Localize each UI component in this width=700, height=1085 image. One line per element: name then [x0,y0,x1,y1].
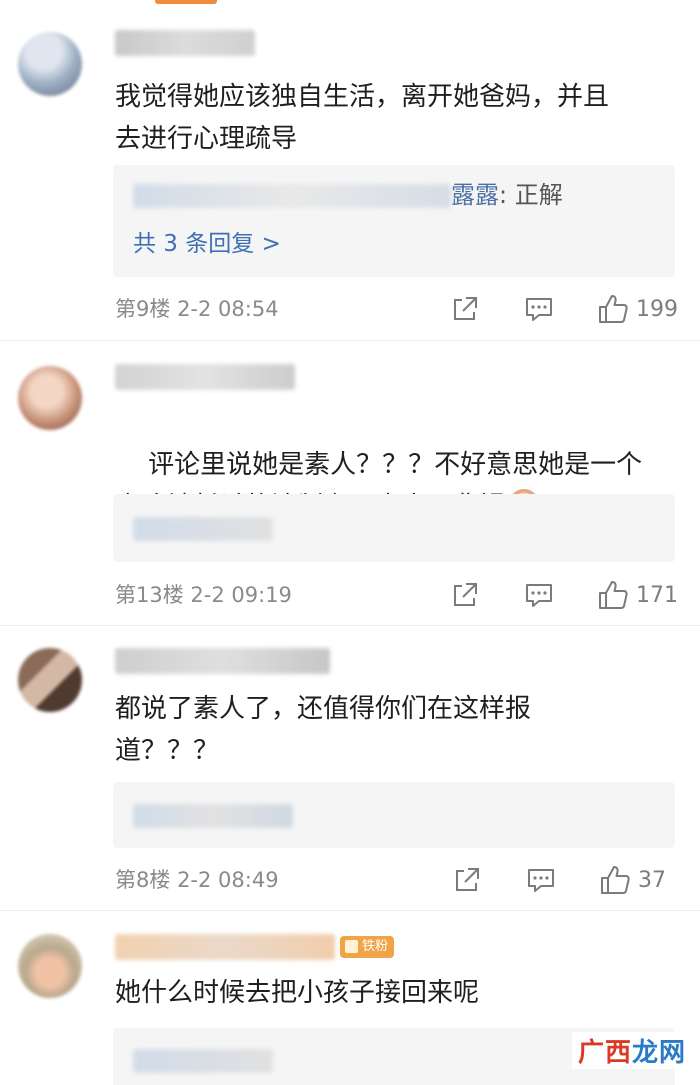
reply-preview-box[interactable] [113,494,675,562]
comment-actions: 37 [410,863,678,897]
thumbs-up-icon[interactable] [596,292,630,326]
comment-actions: 199 [408,292,678,326]
share-icon[interactable] [448,292,482,326]
avatar[interactable] [18,366,82,430]
divider [0,340,700,341]
reply-preview-box[interactable]: 露露: 正解 共 3 条回复 > [113,165,675,277]
reply-blurred [133,517,273,541]
reply-preview-box[interactable] [113,782,675,848]
comment-actions: 171 [408,578,678,612]
reply-blurred [133,804,293,828]
floor-number: 第13楼 [115,583,184,607]
share-icon[interactable] [450,863,484,897]
avatar[interactable] [18,934,82,998]
avatar[interactable] [18,32,82,96]
comment-time: 2-2 09:19 [190,583,292,607]
username-blurred[interactable] [115,30,255,56]
comment-text: 她什么时候去把小孩子接回来呢 [115,978,480,1008]
divider [0,910,700,911]
username-blurred[interactable] [115,648,330,674]
share-icon[interactable] [448,578,482,612]
watermark-part-a: 广西 [577,1038,632,1068]
comment-icon[interactable] [522,292,556,326]
comment-text: 我觉得她应该独自生活，离开她爸妈，并且 去进行心理疏导 [115,82,610,154]
floor-number: 第9楼 [115,297,171,321]
like-count: 37 [638,867,666,893]
username-blurred[interactable] [115,364,295,390]
comment-icon[interactable] [522,578,556,612]
more-replies-link[interactable]: 共 3 条回复 > [133,229,281,259]
thumbs-up-icon[interactable] [596,578,630,612]
watermark-part-b: 龙网 [631,1038,686,1068]
comment-meta: 第9楼 2-2 08:54 [115,294,279,324]
comment-text: 都说了素人了，还值得你们在这样报 道？？？ [115,694,532,766]
reply-preview[interactable] [133,799,293,831]
floor-number: 第8楼 [115,868,171,892]
comment-time: 2-2 08:49 [177,868,279,892]
reply-blurred [133,1049,273,1073]
reply-preview[interactable]: 露露: 正解 [133,179,563,211]
avatar[interactable] [18,648,82,712]
fan-badge: 铁粉 [340,936,395,958]
comment-meta: 第8楼 2-2 08:49 [115,865,279,895]
like-count: 199 [636,296,678,322]
watermark-logo: 广西龙网 [571,1032,692,1069]
reply-author[interactable]: 露露 [451,181,499,209]
reply-name-blurred [133,184,451,208]
reply-preview[interactable] [133,1044,273,1076]
comment-icon[interactable] [524,863,558,897]
comment-meta: 第13楼 2-2 09:19 [115,580,292,610]
comment-time: 2-2 08:54 [177,297,279,321]
divider [0,625,700,626]
reply-text: : 正解 [499,181,563,209]
comment-item: 我觉得她应该独自生活，离开她爸妈，并且 去进行心理疏导 露露: 正解 共 3 条… [0,0,700,340]
thumbs-up-icon[interactable] [598,863,632,897]
like-count: 171 [636,582,678,608]
reply-preview[interactable] [133,512,273,544]
username-blurred[interactable] [115,934,335,960]
